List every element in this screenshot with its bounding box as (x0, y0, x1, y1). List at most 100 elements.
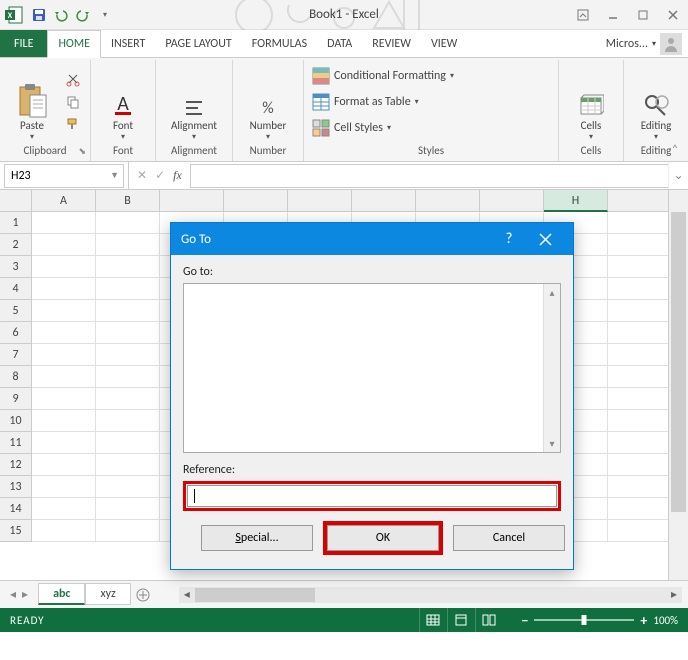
number-button[interactable]: % Number ▾ (241, 62, 295, 142)
cell[interactable] (608, 388, 672, 410)
cell[interactable] (96, 256, 160, 278)
font-button[interactable]: A Font ▾ (99, 62, 147, 142)
cell[interactable] (608, 278, 672, 300)
sheet-nav-next[interactable]: ▸ (22, 587, 28, 602)
tab-file[interactable]: FILE (0, 30, 47, 57)
column-header[interactable] (160, 190, 224, 212)
row-header[interactable]: 8 (0, 366, 32, 388)
qat-redo-button[interactable] (72, 4, 94, 26)
minimize-button[interactable] (598, 0, 628, 30)
cell[interactable] (608, 410, 672, 432)
cell[interactable] (32, 278, 96, 300)
column-header[interactable]: A (32, 190, 96, 212)
cell-styles-button[interactable]: Cell Styles▾ (312, 116, 454, 140)
column-header[interactable] (416, 190, 480, 212)
alignment-button[interactable]: Alignment ▾ (164, 62, 224, 142)
close-button[interactable] (658, 0, 688, 30)
tab-review[interactable]: REVIEW (362, 30, 421, 57)
row-header[interactable]: 1 (0, 212, 32, 234)
cell[interactable] (608, 322, 672, 344)
cell[interactable] (96, 344, 160, 366)
account-menu[interactable]: Micros...▾ (600, 30, 688, 57)
cell[interactable] (96, 388, 160, 410)
cell[interactable] (96, 520, 160, 542)
column-header[interactable]: H (544, 190, 608, 212)
cell[interactable] (96, 498, 160, 520)
slider-thumb[interactable] (582, 615, 587, 625)
conditional-formatting-button[interactable]: Conditional Formatting▾ (312, 64, 454, 88)
cell[interactable] (608, 476, 672, 498)
cell[interactable] (608, 256, 672, 278)
cell[interactable] (32, 388, 96, 410)
cell[interactable] (96, 476, 160, 498)
cut-button[interactable] (64, 71, 82, 89)
scrollbar-thumb[interactable] (671, 212, 686, 512)
zoom-out-button[interactable]: − (521, 612, 528, 629)
column-header[interactable] (352, 190, 416, 212)
cell[interactable] (608, 520, 672, 542)
listbox-scrollbar[interactable]: ▴▾ (543, 284, 560, 452)
cell[interactable] (32, 454, 96, 476)
row-header[interactable]: 6 (0, 322, 32, 344)
select-all-corner[interactable] (0, 190, 32, 212)
zoom-value[interactable]: 100% (653, 614, 678, 627)
tab-formulas[interactable]: FORMULAS (242, 30, 317, 57)
cell[interactable] (32, 410, 96, 432)
sheet-tab-abc[interactable]: abc (38, 583, 85, 605)
scrollbar-thumb[interactable] (195, 588, 315, 602)
cell[interactable] (32, 256, 96, 278)
row-header[interactable]: 2 (0, 234, 32, 256)
paste-button[interactable]: Paste ▾ (8, 62, 56, 142)
cell[interactable] (32, 212, 96, 234)
scroll-left-button[interactable]: ◂ (179, 587, 195, 602)
row-header[interactable]: 11 (0, 432, 32, 454)
ok-button[interactable]: OK (327, 525, 439, 551)
cell[interactable] (96, 366, 160, 388)
reference-input[interactable] (187, 485, 557, 507)
cell[interactable] (96, 212, 160, 234)
sheet-tab-xyz[interactable]: xyz (85, 583, 130, 605)
view-page-break-button[interactable] (475, 608, 501, 632)
column-header[interactable] (288, 190, 352, 212)
cell[interactable] (32, 520, 96, 542)
dialog-titlebar[interactable]: Go To ? (171, 223, 573, 255)
cancel-button[interactable]: Cancel (453, 525, 565, 551)
formula-input[interactable] (190, 164, 668, 188)
dialog-help-button[interactable]: ? (491, 223, 527, 255)
format-as-table-button[interactable]: Format as Table▾ (312, 90, 454, 114)
cell[interactable] (608, 454, 672, 476)
cell[interactable] (32, 344, 96, 366)
row-header[interactable]: 4 (0, 278, 32, 300)
cell[interactable] (32, 476, 96, 498)
view-normal-button[interactable] (419, 608, 445, 632)
column-header[interactable] (608, 190, 672, 212)
tab-page-layout[interactable]: PAGE LAYOUT (155, 30, 241, 57)
row-header[interactable]: 15 (0, 520, 32, 542)
cell[interactable] (96, 322, 160, 344)
column-header[interactable] (480, 190, 544, 212)
ribbon-display-button[interactable] (568, 0, 598, 30)
zoom-in-button[interactable]: + (640, 612, 647, 629)
tab-data[interactable]: DATA (317, 30, 362, 57)
cell[interactable] (32, 366, 96, 388)
cell[interactable] (96, 234, 160, 256)
row-header[interactable]: 12 (0, 454, 32, 476)
row-header[interactable]: 3 (0, 256, 32, 278)
cell[interactable] (96, 278, 160, 300)
special-button[interactable]: Special... (201, 525, 313, 551)
dialog-close-button[interactable] (527, 223, 563, 255)
cell[interactable] (608, 212, 672, 234)
row-header[interactable]: 14 (0, 498, 32, 520)
insert-function-button[interactable]: fx (173, 168, 182, 183)
collapse-ribbon-button[interactable]: ˄ (668, 143, 682, 157)
maximize-button[interactable] (628, 0, 658, 30)
tab-view[interactable]: VIEW (421, 30, 467, 57)
cell[interactable] (32, 322, 96, 344)
cell[interactable] (96, 454, 160, 476)
sheet-nav-prev[interactable]: ◂ (10, 587, 16, 602)
column-header[interactable] (224, 190, 288, 212)
cell[interactable] (32, 234, 96, 256)
cell[interactable] (96, 300, 160, 322)
qat-customize-button[interactable]: ▾ (94, 4, 116, 26)
view-page-layout-button[interactable] (447, 608, 473, 632)
